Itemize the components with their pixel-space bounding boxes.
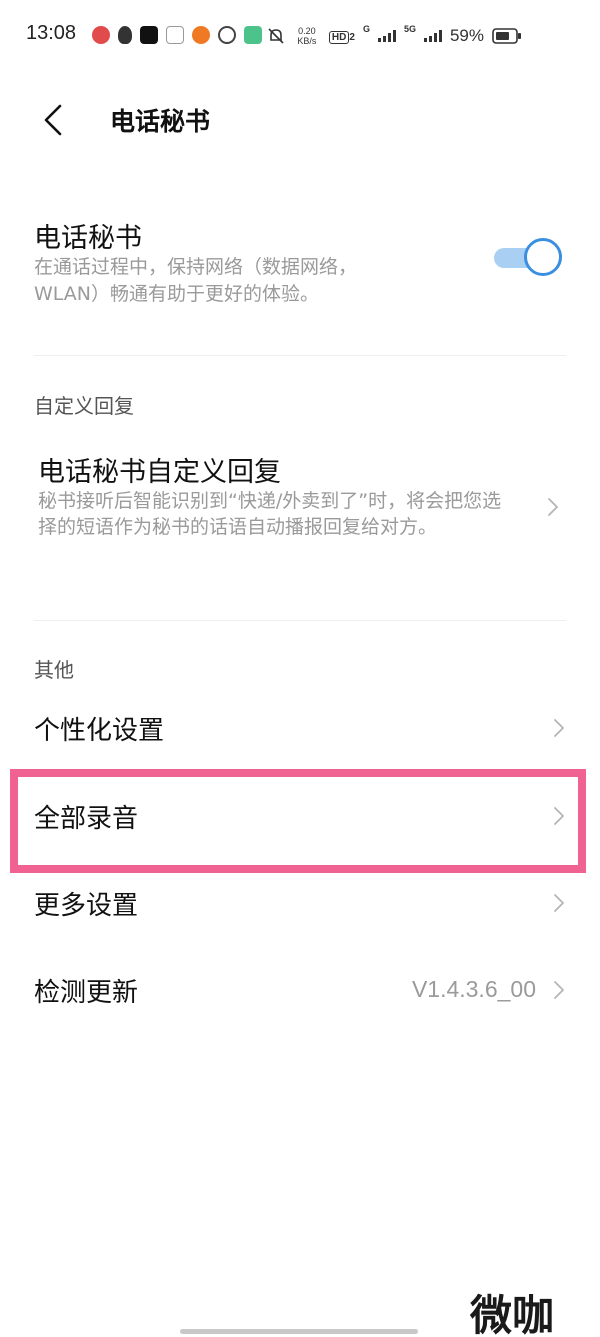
network-type-2: 5G (403, 24, 416, 34)
status-indicators: 0.20 KB/s HD 2 G 5G 59% (267, 24, 522, 48)
secretary-description: 在通话过程中，保持网络（数据网络，WLAN）畅通有助于更好的体验。 (34, 256, 358, 305)
status-bar: 13:08 0.20 KB/s HD 2 G 5G 59% (0, 0, 600, 70)
list-item-check-update[interactable]: 检测更新 V1.4.3.6_00 (34, 960, 566, 1020)
signal-icon-2 (423, 30, 442, 42)
watermark-text: 微咖 (469, 1291, 554, 1337)
netease-music-icon (218, 26, 236, 44)
chevron-right-icon (554, 719, 564, 737)
app-notification-icon (92, 26, 110, 44)
version-value: V1.4.3.6_00 (411, 976, 536, 1002)
qq-icon (118, 26, 132, 44)
list-item-label: 更多设置 (34, 891, 139, 921)
xiaohongshu-icon (166, 26, 184, 44)
app-orange-icon (192, 26, 210, 44)
list-item-label: 检测更新 (34, 978, 139, 1008)
custom-reply-title: 电话秘书自定义回复 (38, 457, 281, 488)
page-title: 电话秘书 (110, 107, 211, 136)
home-indicator[interactable] (180, 1329, 418, 1334)
notification-icons (92, 24, 262, 46)
capcut-icon (140, 26, 158, 44)
custom-reply-row[interactable]: 电话秘书自定义回复 秘书接听后智能识别到“快递/外卖到了”时，将会把您选择的短语… (38, 450, 570, 570)
section-label-custom-reply: 自定义回复 (34, 394, 134, 418)
divider (34, 355, 566, 356)
network-type-1: G (362, 24, 370, 34)
app-header: 电话秘书 (0, 80, 600, 160)
secretary-setting-row: 电话秘书 在通话过程中，保持网络（数据网络，WLAN）畅通有助于更好的体验。 (34, 212, 566, 322)
battery-percent: 59% (449, 26, 484, 45)
divider (34, 620, 566, 621)
hd-icon: HD 2 (328, 27, 355, 45)
status-time: 13:08 (26, 22, 77, 44)
list-item-more-settings[interactable]: 更多设置 (34, 873, 566, 933)
list-item-label: 个性化设置 (34, 716, 165, 746)
battery-icon (492, 28, 521, 44)
list-item-personalization[interactable]: 个性化设置 (34, 698, 566, 758)
section-label-other: 其他 (34, 658, 74, 682)
app-green-icon (244, 26, 262, 44)
chevron-right-icon (554, 981, 564, 999)
chevron-right-icon (554, 894, 564, 912)
highlight-annotation (10, 769, 586, 873)
secretary-title: 电话秘书 (34, 223, 142, 254)
watermark-logo: 微咖 (464, 1282, 554, 1337)
chevron-right-icon (548, 498, 558, 516)
signal-icon (377, 30, 396, 42)
secretary-toggle[interactable] (488, 236, 566, 280)
net-speed: 0.20 KB/s (297, 26, 317, 46)
custom-reply-description: 秘书接听后智能识别到“快递/外卖到了”时，将会把您选择的短语作为秘书的话语自动播… (38, 490, 502, 538)
back-arrow-icon[interactable] (34, 100, 74, 140)
toggle-knob (524, 238, 562, 276)
mute-bell-icon (268, 28, 284, 44)
